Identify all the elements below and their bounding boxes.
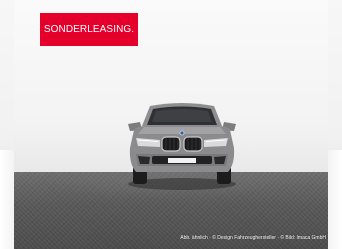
right-frame-edge [328,150,342,249]
sonderleasing-badge: SONDERLEASING. [40,13,138,46]
car-front-image [128,103,236,190]
left-frame-edge [0,150,14,249]
vehicle-image: SONDERLEASING. Abb. ähnlich · © Design F… [0,0,342,249]
image-copyright-caption: Abb. ähnlich · © Design Fahrzeugherstell… [180,235,326,241]
